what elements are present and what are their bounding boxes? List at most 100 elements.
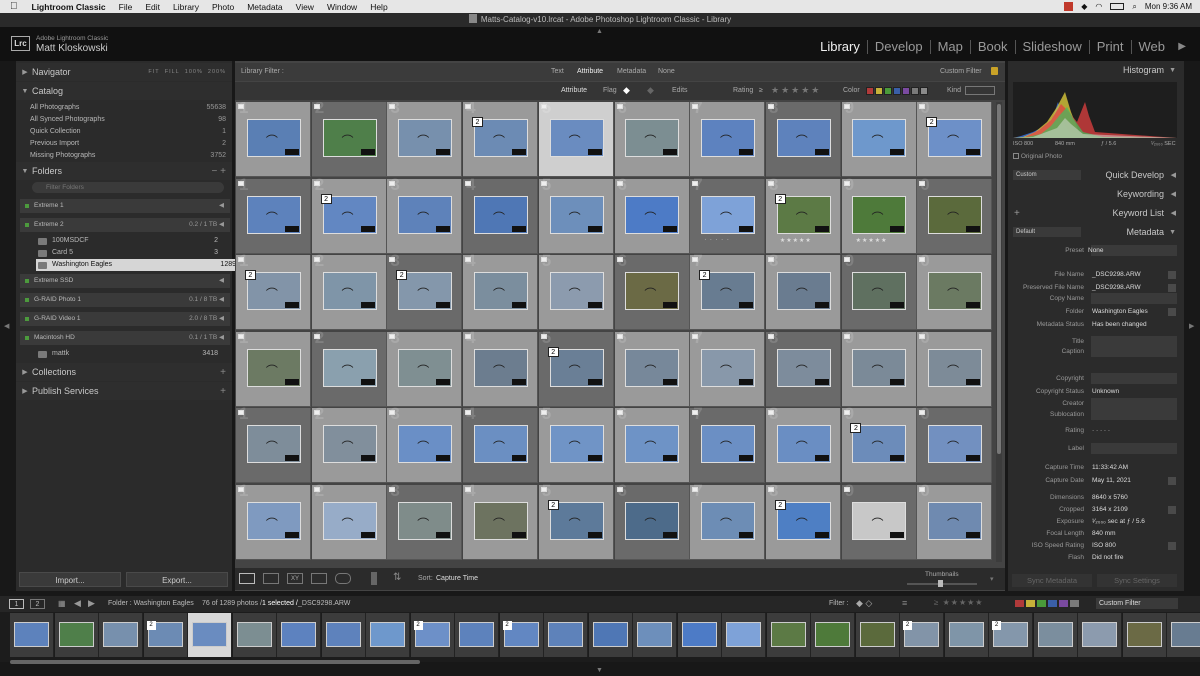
grid-cell[interactable]: 2⌒ <box>311 481 387 560</box>
flag-icon[interactable] <box>313 333 320 339</box>
flag-icon[interactable] <box>692 180 699 186</box>
right-panel-toggle-icon[interactable]: ▶ <box>1189 322 1194 330</box>
flag-icon[interactable] <box>692 410 699 415</box>
catalog-item[interactable]: Missing Photographs 3752 <box>30 150 226 162</box>
flag-icon[interactable] <box>767 257 774 262</box>
flag-icon[interactable] <box>692 257 699 262</box>
metadata-value[interactable]: 11:33:42 AM <box>1092 462 1128 474</box>
filter-tab-metadata[interactable]: Metadata <box>617 68 646 75</box>
photo-thumbnail[interactable]: ⌒ <box>549 119 604 158</box>
grid-cell[interactable]: 4⌒ <box>463 328 539 407</box>
grid-cell[interactable]: 0⌒ <box>917 328 993 407</box>
menu-help[interactable]: Help <box>370 2 387 12</box>
flag-icon[interactable] <box>843 410 850 415</box>
kind-toggle-icon[interactable] <box>965 86 995 95</box>
grid-cell[interactable]: 6⌒ <box>614 481 690 560</box>
export-button[interactable]: Export... <box>126 572 228 587</box>
flag-icon[interactable] <box>919 486 926 492</box>
flag-icon[interactable] <box>540 333 547 339</box>
publish-services-header[interactable]: ▶ Publish Services + <box>16 382 232 400</box>
catalog-header[interactable]: ▼ Catalog <box>16 82 232 100</box>
volume-row[interactable]: Macintosh HD 0.1 / 1 TB ◀ <box>20 331 230 345</box>
volume-arrow-icon[interactable]: ◀ <box>217 315 224 322</box>
people-view-icon[interactable] <box>335 573 351 584</box>
menu-metadata[interactable]: Metadata <box>247 2 282 12</box>
photo-thumbnail[interactable]: ⌒ <box>398 425 453 464</box>
dropbox-icon[interactable]: ◆ <box>1081 2 1087 11</box>
clock[interactable]: Mon 9:36 AM <box>1145 2 1192 11</box>
photo-thumbnail[interactable]: ⌒ <box>701 348 756 387</box>
metadata-value[interactable]: · · · · · <box>1092 425 1110 437</box>
rating-stars-icon[interactable]: ★★★★★ <box>771 85 821 96</box>
menu-file[interactable]: File <box>119 2 133 12</box>
volume-arrow-icon[interactable]: ◀ <box>219 202 224 209</box>
sort-direction-icon[interactable]: ⇅ <box>393 572 401 583</box>
color-swatch[interactable] <box>1026 600 1035 607</box>
lock-icon[interactable] <box>991 67 998 75</box>
filmstrip-thumbnail[interactable] <box>1082 622 1117 647</box>
color-swatch[interactable] <box>1059 600 1068 607</box>
metadata-action-icon[interactable] <box>1168 284 1176 292</box>
photo-thumbnail[interactable]: ⌒ <box>246 348 301 387</box>
grid-cell[interactable]: 9⌒ <box>841 251 917 330</box>
quick-develop-header[interactable]: Quick Develop ◀ <box>1008 167 1184 184</box>
grid-cell[interactable]: 1⌒ <box>236 175 311 254</box>
folders-header[interactable]: ▼ Folders − + <box>16 162 232 180</box>
volume-row[interactable]: G-RAID Photo 1 0.1 / 8 TB ◀ <box>20 293 230 307</box>
color-swatch[interactable] <box>1037 600 1046 607</box>
filmstrip-cell[interactable]: 2 <box>989 613 1033 657</box>
photo-thumbnail[interactable]: ⌒ <box>246 501 301 540</box>
filter-tab-none[interactable]: None <box>658 68 675 75</box>
grid-cell[interactable]: 5⌒ <box>538 251 614 330</box>
metadata-value[interactable]: 8640 x 5760 <box>1092 492 1128 504</box>
filmstrip-cell[interactable] <box>855 613 900 657</box>
grid-cell[interactable]: 0⌒ <box>917 481 993 560</box>
filmstrip-cell[interactable]: 2 <box>143 613 188 657</box>
back-arrow-icon[interactable]: ◀ <box>74 598 81 609</box>
photo-thumbnail[interactable]: ⌒ <box>625 501 680 540</box>
grid-cell[interactable]: 5⌒ <box>538 404 614 483</box>
flag-icon[interactable] <box>767 486 774 492</box>
zoom-fit[interactable]: FIT <box>148 69 159 75</box>
filmstrip-thumbnail[interactable] <box>281 622 316 647</box>
volume-row[interactable]: Extreme 2 0.2 / 1 TB ◀ <box>20 218 230 232</box>
filmstrip-thumbnail[interactable] <box>637 622 672 647</box>
checkbox-icon[interactable] <box>1013 153 1019 159</box>
filmstrip-cell[interactable] <box>588 613 633 657</box>
photo-thumbnail[interactable]: ⌒ <box>701 195 756 234</box>
photo-thumbnail[interactable]: ⌒ <box>246 425 301 464</box>
photo-thumbnail[interactable]: ⌒ <box>701 425 756 464</box>
flag-icon[interactable] <box>843 333 850 339</box>
grid-cell[interactable]: 7⌒· · · · · <box>690 175 766 254</box>
rating-stars[interactable]: ★★★★★ <box>780 237 812 244</box>
import-button[interactable]: Import... <box>19 572 121 587</box>
grid-cell[interactable]: 5⌒2 <box>538 328 614 407</box>
grid-cell[interactable]: 2⌒ <box>311 404 387 483</box>
grid-cell[interactable]: 4⌒ <box>463 481 539 560</box>
color-swatch[interactable] <box>866 87 874 95</box>
sort-select[interactable]: Capture Time <box>436 575 478 582</box>
photo-thumbnail[interactable]: ⌒ <box>852 501 907 540</box>
grid-cell[interactable]: 8⌒2 <box>765 481 841 560</box>
filmstrip-cell[interactable] <box>544 613 588 657</box>
add-keyword-icon[interactable]: + <box>1014 205 1020 222</box>
flag-icon[interactable] <box>540 410 547 415</box>
stack-badge[interactable]: 2 <box>320 193 332 204</box>
photo-thumbnail[interactable]: ⌒ <box>473 425 528 464</box>
filmstrip-cell[interactable] <box>366 613 410 657</box>
filmstrip-cell[interactable] <box>54 613 99 657</box>
photo-thumbnail[interactable]: ⌒ <box>776 425 831 464</box>
filmstrip-cell[interactable] <box>99 613 143 657</box>
flag-icon[interactable] <box>238 104 244 109</box>
metadata-input[interactable] <box>1091 398 1177 409</box>
filmstrip-rating-filter-icon[interactable]: ≥ ★★★★★ <box>934 598 983 607</box>
filmstrip-thumbnail[interactable] <box>14 622 49 647</box>
grid-cell[interactable]: 2⌒2 <box>311 175 387 254</box>
color-swatch[interactable] <box>902 87 910 95</box>
color-swatch[interactable] <box>893 87 901 95</box>
filmstrip-thumbnail[interactable] <box>859 622 895 647</box>
metadata-action-icon[interactable] <box>1168 271 1176 279</box>
module-print[interactable]: Print <box>1090 40 1132 54</box>
filmstrip-cell[interactable]: 2 <box>900 613 944 657</box>
catalog-item[interactable]: Quick Collection 1 <box>30 126 226 138</box>
